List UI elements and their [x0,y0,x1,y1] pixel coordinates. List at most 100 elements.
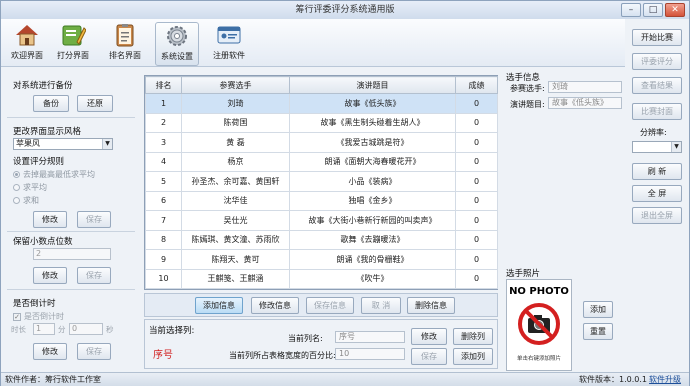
cell-player: 刘琦 [181,93,290,114]
judge-score-button[interactable]: 评委评分 [632,53,682,70]
table-row[interactable]: 1 刘琦 故事《低头族》 0 [145,93,498,114]
delete-info-button[interactable]: 删除信息 [407,297,455,314]
rule-option-trim-average[interactable]: 去掉最高最低求平均 [13,169,95,180]
table-row[interactable]: 6 沈华佳 独唱《金乡》 0 [145,190,498,211]
toolbar-score[interactable]: 打分界面 [51,22,95,66]
cell-player: 陈嫣琪、黄文潼、苏雨欣 [181,229,290,250]
rule-option-sum[interactable]: 求和 [13,195,39,206]
timer-save-button[interactable]: 保存 [77,343,111,360]
timer-modify-button[interactable]: 修改 [33,343,67,360]
title-bar: 筹行评委评分系统通用版 – □ ✕ [1,1,689,19]
cell-rank: 7 [145,210,182,231]
column-save-button[interactable]: 保存 [411,348,447,365]
main-toolbar: 欢迎界面 打分界面 排名界面 系统设置 注册软件 [1,19,625,67]
decimal-modify-button[interactable]: 修改 [33,267,67,284]
table-row[interactable]: 8 陈嫣琪、黄文潼、苏雨欣 歌舞《去蹦暖法》 0 [145,229,498,250]
column-header-rank[interactable]: 排名 [145,76,182,94]
start-competition-button[interactable]: 开始比赛 [632,29,682,46]
cell-rank: 10 [145,268,182,289]
backup-title: 对系统进行备份 [13,81,73,91]
modify-info-button[interactable]: 修改信息 [251,297,299,314]
table-row[interactable]: 3黄 磊《我爱古城跳是符》 0 [145,132,498,153]
edit-icon [62,25,86,46]
save-info-button[interactable]: 保存信息 [306,297,354,314]
contestant-table[interactable]: 排名 参赛选手 演讲题目 成绩 1 刘琦 故事《低头族》 0 2 陈荷国 故事《黑生制头碰… [144,75,498,290]
column-header-player[interactable]: 参赛选手 [181,76,290,94]
cell-score: 0 [455,132,498,153]
table-row[interactable]: 5 孙圣杰、余可嘉、黄国轩 小品《装病》 0 [145,171,498,192]
minutes-unit: 分 [58,325,66,334]
toolbar-rank-label: 排名界面 [109,51,141,60]
column-header-score[interactable]: 成绩 [455,76,498,94]
cancel-button[interactable]: 取 消 [361,297,401,314]
current-column-title: 当前选择列: [149,326,195,336]
cell-rank: 8 [145,229,182,250]
decimal-save-button[interactable]: 保存 [77,267,111,284]
fullscreen-button[interactable]: 全 屏 [632,185,682,202]
timer-checkbox[interactable]: ✓ 是否倒计时 [13,311,64,322]
close-button[interactable]: ✕ [665,3,685,17]
rule-modify-button[interactable]: 修改 [33,211,67,228]
table-row[interactable]: 2 陈荷国 故事《黑生制头碰着生胡人》 0 [145,112,498,133]
refresh-button[interactable]: 刷 新 [632,163,682,180]
maximize-button[interactable]: □ [643,3,663,17]
toolbar-welcome[interactable]: 欢迎界面 [5,22,49,66]
table-row[interactable]: 10 王麒笺、王麒涵 《吹牛》 0 [145,268,498,289]
add-column-button[interactable]: 添加列 [453,348,493,365]
toolbar-score-label: 打分界面 [57,51,89,60]
cell-topic: 朗诵《面朝大海春暖花开》 [289,151,456,172]
cell-rank: 2 [145,112,182,133]
topic-field[interactable]: 故事《低头族》 [548,97,622,109]
player-label: 参赛选手: [510,84,545,93]
timer-seconds-input[interactable]: 0 [69,323,103,335]
minimize-button[interactable]: – [621,3,641,17]
right-control-panel: 开始比赛 评委评分 查看结果 比赛封面 分辨率: ▼ 刷 新 全 屏 退出全屏 [628,23,688,363]
table-header-row: 排名 参赛选手 演讲题目 成绩 [145,76,498,94]
view-result-button[interactable]: 查看结果 [632,77,682,94]
column-width-field[interactable]: 10 [335,348,405,360]
add-info-button[interactable]: 添加信息 [195,297,243,314]
timer-checkbox-label: 是否倒计时 [24,312,64,321]
backup-button[interactable]: 备份 [33,95,69,112]
house-icon [16,25,38,46]
seconds-unit: 秒 [106,325,114,334]
table-row[interactable]: 4 杨京 朗诵《面朝大海春暖花开》 0 [145,151,498,172]
rule-save-button[interactable]: 保存 [77,211,111,228]
column-name-field[interactable]: 序号 [335,331,405,343]
upgrade-link[interactable]: 软件升级 [649,373,681,386]
restore-button[interactable]: 还原 [77,95,113,112]
timer-minutes-input[interactable]: 1 [33,323,55,335]
decimal-stepper[interactable]: 2 [33,248,111,260]
column-modify-button[interactable]: 修改 [411,328,447,345]
settings-panel: 对系统进行备份 备份 还原 更改界面显示风格 苹果风 ▼ 设置评分规则 去掉最高… [7,73,135,363]
delete-column-button[interactable]: 删除列 [453,328,493,345]
gear-icon [167,26,187,46]
toolbar-settings[interactable]: 系统设置 [155,22,199,66]
player-field[interactable]: 刘琦 [548,81,622,93]
app-window: 筹行评委评分系统通用版 – □ ✕ 欢迎界面 打分界面 排名界面 系统设置 注册… [0,0,690,386]
skin-title: 更改界面显示风格 [13,127,82,137]
radio-icon [13,171,20,178]
exit-fullscreen-button[interactable]: 退出全屏 [632,207,682,224]
column-name-label: 当前列名: [288,334,323,343]
no-photo-text: NO PHOTO [509,286,569,297]
table-row[interactable]: 7 吴仕光 故事《大街小巷新行新园的叫卖声》 0 [145,210,498,231]
column-header-topic[interactable]: 演讲题目 [289,76,456,94]
toolbar-rank[interactable]: 排名界面 [103,22,147,66]
table-row[interactable]: 9 陈翔天、黄可 朗诵《我的骨栅鞋》 0 [145,249,498,270]
cell-topic: 故事《大街小巷新行新园的叫卖声》 [289,210,456,231]
rule-option-average[interactable]: 求平均 [13,182,47,193]
add-photo-button[interactable]: 添加 [583,301,613,318]
cell-player: 杨京 [181,151,290,172]
cell-player: 吴仕光 [181,210,290,231]
reset-photo-button[interactable]: 重置 [583,323,613,340]
cell-topic: 《我爱古城跳是符》 [289,132,456,153]
skin-select[interactable]: 苹果风 ▼ [13,138,113,150]
player-photo[interactable]: NO PHOTO 单击右键添加照片 [506,279,572,371]
skin-select-value: 苹果风 [16,139,40,148]
cell-topic: 歌舞《去蹦暖法》 [289,229,456,250]
toolbar-register[interactable]: 注册软件 [207,22,251,66]
cell-player: 王麒笺、王麒涵 [181,268,290,289]
cover-button[interactable]: 比赛封面 [632,103,682,120]
resolution-select[interactable]: ▼ [632,141,682,153]
